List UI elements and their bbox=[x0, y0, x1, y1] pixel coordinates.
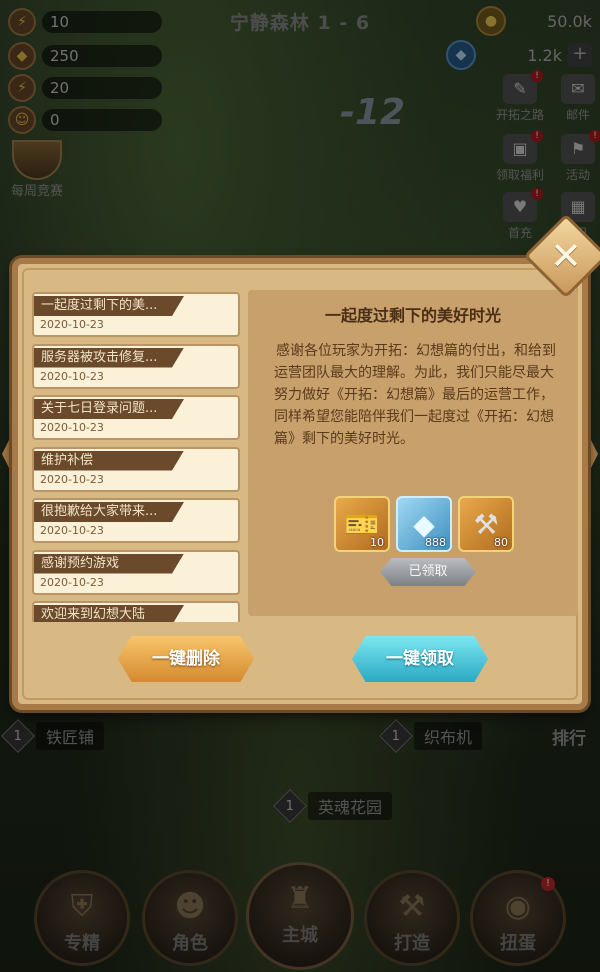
notice-detail-title: 一起度过剩下的美好时光 bbox=[324, 306, 501, 325]
notice-item-date: 2020-10-23 bbox=[40, 524, 104, 537]
reward-list: 🎫 10 ◆ 888 ⚒ 80 bbox=[334, 496, 514, 552]
notice-item-date: 2020-10-23 bbox=[40, 472, 104, 486]
claimed-status-button: 已领取 bbox=[380, 558, 476, 586]
notice-detail-body: 感谢各位玩家为开拓：幻想篇的付出，和给到运营团队最大的理解。为此，我们只能尽最大… bbox=[274, 343, 556, 447]
reward-item[interactable]: ⚒ 80 bbox=[458, 496, 514, 552]
notice-item-date: 2020-10-23 bbox=[40, 369, 104, 383]
notice-item[interactable]: 感谢预约游戏 2020-10-23 bbox=[32, 549, 240, 595]
reward-count: 10 bbox=[370, 536, 384, 549]
notice-dialog: 一起度过剩下的美... 2020-10-23 服务器被攻击修复... 2020-… bbox=[12, 258, 588, 710]
notice-item[interactable]: 关于七日登录问题... 2020-10-23 bbox=[32, 395, 240, 440]
notice-item-title: 很抱歉给大家带来... bbox=[34, 502, 184, 522]
notice-item-title: 欢迎来到幻想大陆 bbox=[34, 605, 184, 622]
notice-detail: 一起度过剩下的美好时光 感谢各位玩家为开拓：幻想篇的付出，和给到运营团队最大的理… bbox=[248, 290, 578, 616]
notice-item-title: 一起度过剩下的美... bbox=[34, 296, 184, 316]
reward-count: 888 bbox=[425, 536, 446, 549]
notice-item-title: 感谢预约游戏 bbox=[34, 553, 184, 574]
claim-all-button[interactable]: 一键领取 bbox=[352, 636, 488, 682]
notice-item[interactable]: 欢迎来到幻想大陆 bbox=[32, 601, 240, 622]
notice-item-date: 2020-10-23 bbox=[40, 318, 104, 331]
notice-item[interactable]: 维护补偿 2020-10-23 bbox=[32, 446, 240, 492]
notice-item-date: 2020-10-23 bbox=[40, 575, 104, 589]
reward-item[interactable]: 🎫 10 bbox=[334, 496, 390, 552]
notice-item[interactable]: 一起度过剩下的美... 2020-10-23 bbox=[32, 292, 240, 337]
close-icon: ✕ bbox=[550, 234, 582, 278]
notice-item-title: 关于七日登录问题... bbox=[34, 399, 184, 419]
notice-item[interactable]: 服务器被攻击修复... 2020-10-23 bbox=[32, 343, 240, 389]
delete-all-button[interactable]: 一键删除 bbox=[118, 636, 254, 682]
notice-item-title: 服务器被攻击修复... bbox=[34, 347, 184, 368]
notice-list[interactable]: 一起度过剩下的美... 2020-10-23 服务器被攻击修复... 2020-… bbox=[32, 292, 240, 622]
reward-count: 80 bbox=[494, 536, 508, 549]
notice-item-date: 2020-10-23 bbox=[40, 421, 104, 434]
reward-item[interactable]: ◆ 888 bbox=[396, 496, 452, 552]
notice-item[interactable]: 很抱歉给大家带来... 2020-10-23 bbox=[32, 498, 240, 543]
notice-item-title: 维护补偿 bbox=[34, 450, 184, 471]
